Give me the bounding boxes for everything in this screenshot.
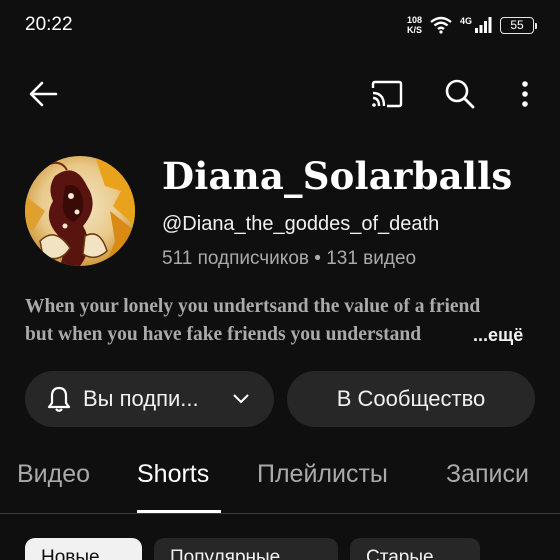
cast-icon — [371, 80, 403, 108]
status-time: 20:22 — [25, 14, 73, 35]
search-icon — [445, 79, 475, 109]
network-type: 4G — [459, 16, 472, 26]
description-more-link[interactable]: ...ещё — [473, 321, 523, 349]
channel-tabs: Видео Shorts Плейлисты Записи — [0, 456, 560, 514]
channel-stats: 511 подписчиков • 131 видео — [162, 248, 417, 269]
description-line-1: When your lonely you undertsand the valu… — [25, 296, 481, 317]
tab-shorts[interactable]: Shorts — [137, 460, 209, 489]
wifi-icon — [430, 16, 452, 34]
more-options-button[interactable] — [503, 72, 547, 116]
tab-videos[interactable]: Видео — [17, 460, 90, 489]
battery-icon: 55 — [500, 16, 537, 34]
tab-playlists[interactable]: Плейлисты — [257, 460, 388, 489]
status-bar: 20:22 108 K/S 4G 55 — [0, 0, 560, 48]
top-app-bar — [0, 70, 560, 120]
chip-popular[interactable]: Популярные — [154, 538, 338, 560]
signal-icon — [474, 16, 492, 34]
cast-button[interactable] — [364, 72, 408, 116]
chevron-down-icon — [233, 394, 249, 404]
community-button[interactable]: В Сообщество — [287, 371, 535, 427]
back-arrow-icon — [29, 81, 58, 107]
back-button[interactable] — [21, 72, 65, 116]
net-speed-unit: K/S — [406, 25, 422, 35]
net-speed: 108 K/S — [407, 15, 422, 35]
tab-posts[interactable]: Записи — [446, 460, 529, 489]
subscribed-label: Вы подпи... — [83, 386, 199, 411]
channel-avatar[interactable] — [25, 156, 135, 266]
search-button[interactable] — [438, 72, 482, 116]
bell-icon — [47, 386, 71, 412]
channel-handle: @Diana_the_goddes_of_death — [162, 213, 440, 235]
description-line-2: but when you have fake friends you under… — [25, 324, 422, 345]
active-tab-indicator — [137, 510, 221, 513]
battery-level: 55 — [510, 18, 524, 32]
sort-chips: Новые Популярные Старые — [0, 538, 560, 560]
chip-new[interactable]: Новые — [25, 538, 142, 560]
subscribed-button[interactable]: Вы подпи... — [25, 371, 274, 427]
channel-name: Diana_Solarballs — [162, 154, 513, 198]
status-icons: 108 K/S 4G 55 — [407, 12, 537, 38]
net-speed-value: 108 — [406, 15, 422, 25]
more-vert-icon — [522, 81, 528, 107]
channel-description[interactable]: When your lonely you undertsand the valu… — [25, 293, 540, 349]
chip-old[interactable]: Старые — [350, 538, 480, 560]
